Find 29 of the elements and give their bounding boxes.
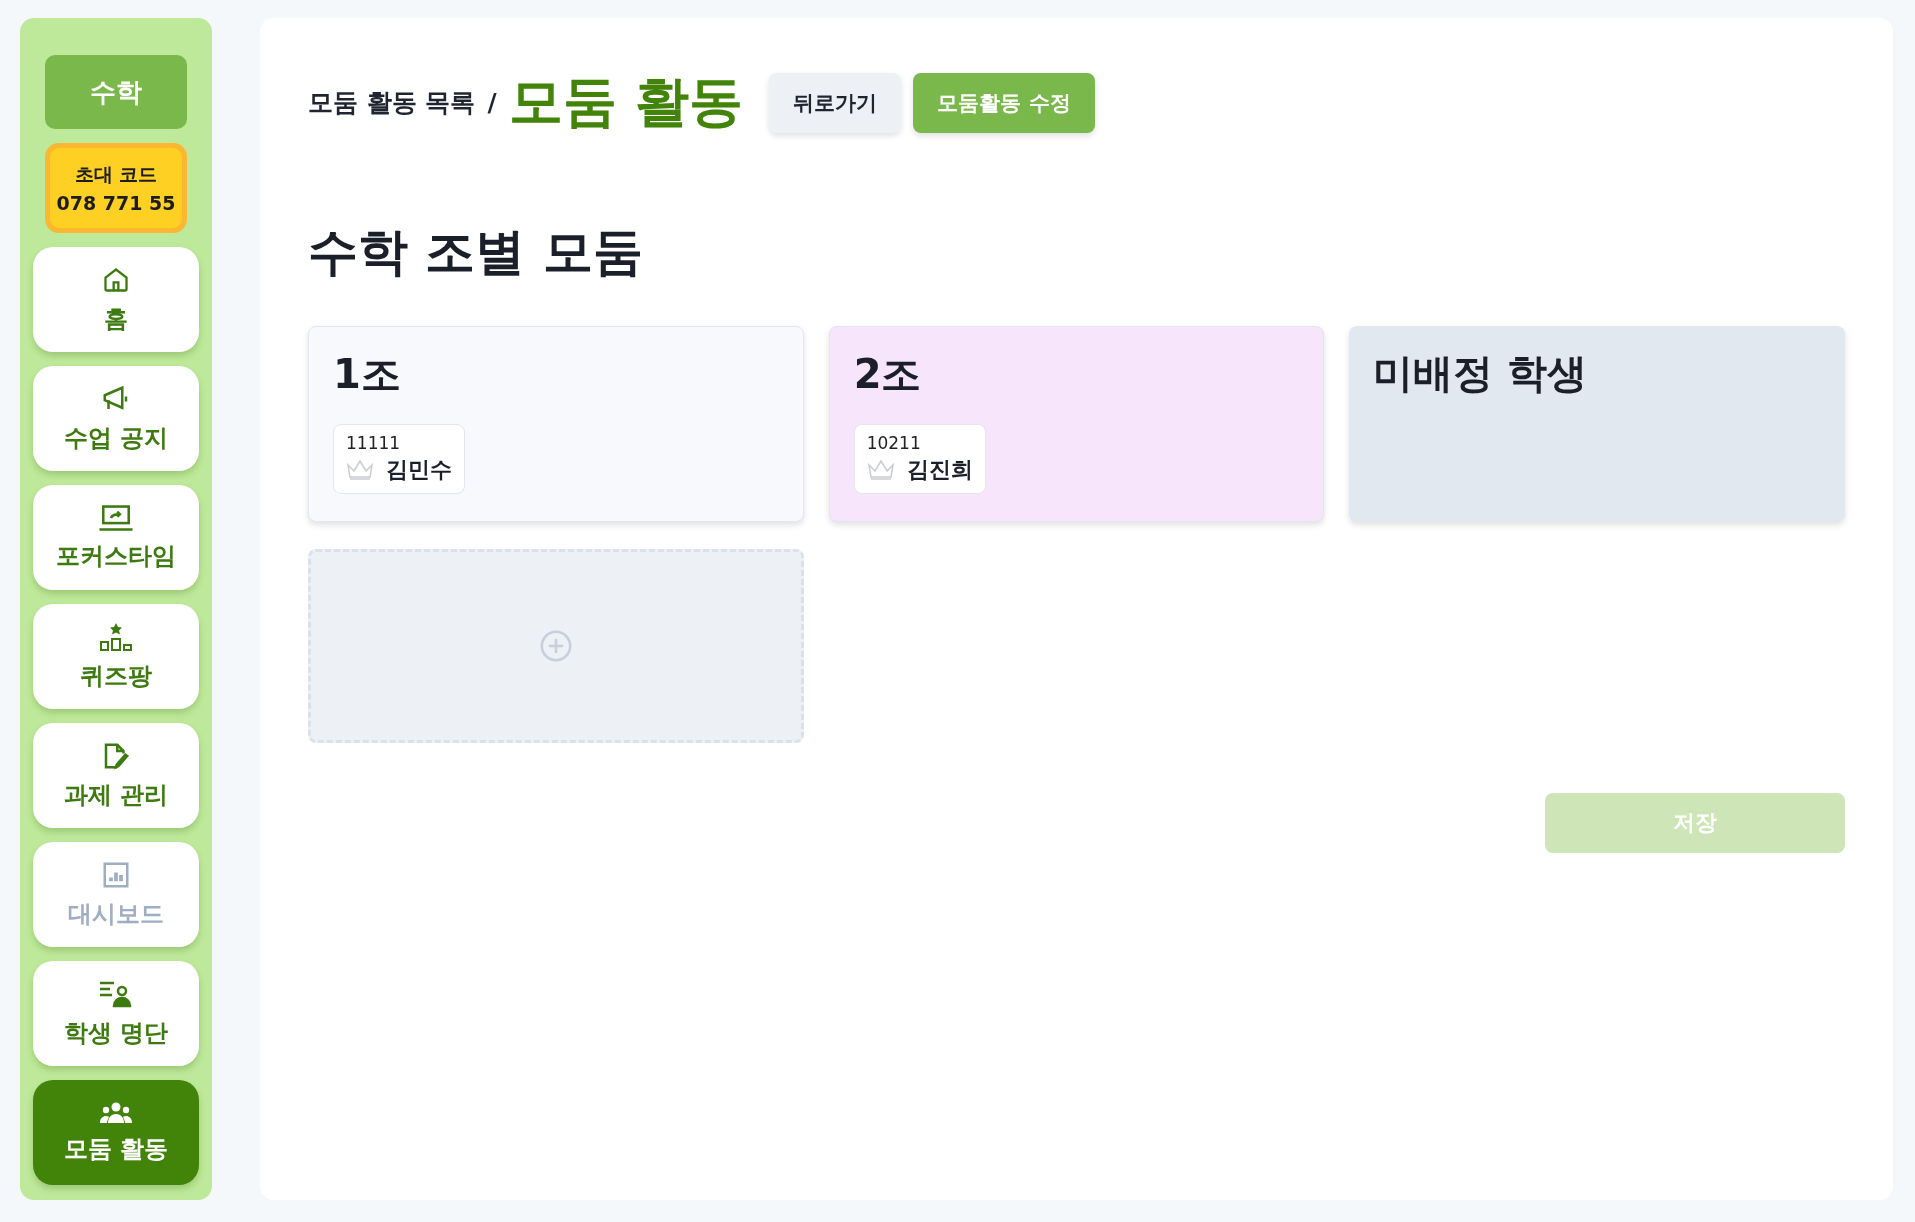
- section-heading: 수학 조별 모둠: [308, 222, 644, 283]
- breadcrumb-link[interactable]: 모둠 활동 목록: [308, 86, 476, 119]
- student-chip[interactable]: 11111 김민수: [333, 424, 465, 494]
- group-title: 1조: [333, 350, 401, 399]
- sidebar-nav-item[interactable]: 홈: [33, 247, 199, 352]
- breadcrumb-separator: /: [487, 88, 497, 117]
- sidebar-nav-item[interactable]: 과제 관리: [33, 723, 199, 828]
- podium-star-icon: [99, 621, 133, 652]
- student-name: 김민수: [386, 456, 452, 484]
- group-title: 2조: [853, 350, 922, 399]
- plus-circle-icon: [538, 629, 573, 663]
- sidebar-nav-item[interactable]: 모둠 활동: [33, 1080, 199, 1185]
- student-number: 10211: [866, 433, 922, 453]
- sidebar-nav-item[interactable]: 수업 공지: [33, 366, 199, 471]
- invite-code-label: 초대 코드: [74, 162, 158, 187]
- sidebar-nav-item[interactable]: 포커스타임: [33, 485, 199, 590]
- sidebar-nav-item[interactable]: 퀴즈팡: [33, 604, 199, 709]
- back-button[interactable]: 뒤로가기: [769, 72, 902, 133]
- student-number: 11111: [346, 433, 402, 453]
- invite-code: 078 771 55: [56, 192, 176, 214]
- subject-label: 수학: [45, 55, 187, 129]
- group-title: 미배정 학생: [1373, 349, 1588, 398]
- page-title: 모둠 활동: [508, 69, 744, 135]
- laptop-icon: [98, 503, 134, 532]
- student-chip[interactable]: 10211 김진희: [853, 424, 986, 494]
- add-group-button[interactable]: [308, 549, 804, 743]
- student-name: 김진희: [906, 456, 973, 484]
- sidebar-nav-item[interactable]: 학생 명단: [33, 961, 199, 1066]
- group-icon: [98, 1100, 134, 1125]
